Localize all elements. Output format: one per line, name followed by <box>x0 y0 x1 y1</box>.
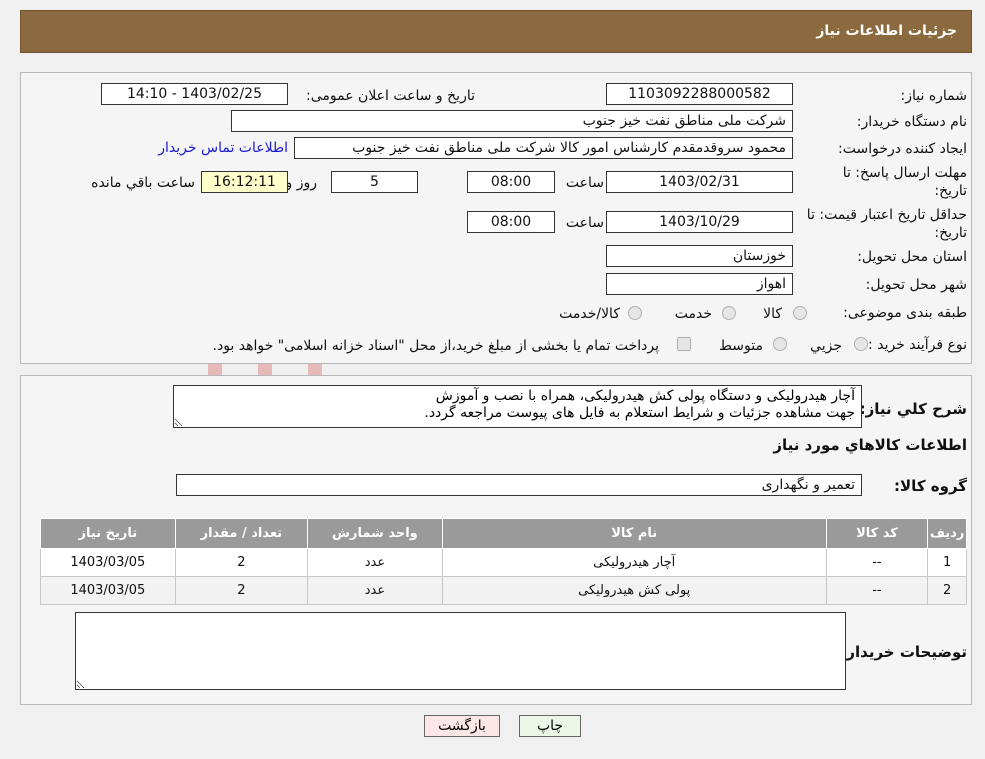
validity-time-label: ساعت <box>565 215 604 231</box>
price-validity-label-date: تاریخ: <box>934 225 967 241</box>
table-row: 1 -- آچار هیدرولیکی عدد 2 1403/03/05 <box>40 548 967 577</box>
province-field: خوزستان <box>606 245 793 267</box>
remaining-time-label: ساعت باقي مانده <box>91 175 195 191</box>
creator-label: ایجاد کننده درخواست: <box>838 141 967 157</box>
purchase-radio-medium[interactable] <box>773 337 787 351</box>
price-validity-date-field: 1403/10/29 <box>606 211 793 233</box>
cell-row: 2 <box>927 576 967 605</box>
cell-code: -- <box>825 548 929 577</box>
purchase-type-label: نوع فرآیند خرید : <box>868 337 967 353</box>
print-button[interactable]: چاپ <box>519 715 581 737</box>
province-label: استان محل تحویل: <box>857 249 967 265</box>
category-radio-goods-service[interactable] <box>628 306 642 320</box>
page-title: جزئیات اطلاعات نیاز <box>816 23 957 39</box>
purchase-radio-minor[interactable] <box>854 337 868 351</box>
col-row: رديف <box>927 518 967 549</box>
category-label: طبقه بندی موضوعی: <box>843 305 967 321</box>
col-code: کد کالا <box>825 518 929 549</box>
cell-need-date: 1403/03/05 <box>40 576 176 605</box>
deadline-date-field: 1403/02/31 <box>606 171 793 193</box>
deadline-time-field: 08:00 <box>467 171 555 193</box>
goods-group-label: گروه کالا: <box>894 477 967 495</box>
col-name: نام کالا <box>441 518 827 549</box>
city-field: اهواز <box>606 273 793 295</box>
cell-quantity: 2 <box>174 548 309 577</box>
buyer-org-field: شرکت ملی مناطق نفت خیز جنوب <box>231 110 793 132</box>
buyer-notes-label: توضیحات خریدار: <box>840 643 967 661</box>
announce-date-field: 1403/02/25 - 14:10 <box>101 83 288 105</box>
buyer-notes-textarea[interactable] <box>75 612 846 690</box>
days-label: روز و <box>285 175 318 191</box>
purchase-treasury-checkbox[interactable] <box>677 337 691 351</box>
cell-name: پولی کش هیدرولیکی <box>441 576 827 605</box>
goods-info-title: اطلاعات کالاهاي مورد نياز <box>773 436 967 454</box>
need-number-field: 1103092288000582 <box>606 83 793 105</box>
general-description-label: شرح کلي نياز: <box>859 400 967 418</box>
cell-quantity: 2 <box>174 576 309 605</box>
col-unit: واحد شمارش <box>307 518 443 549</box>
purchase-option-minor: جزیي <box>810 338 842 354</box>
category-radio-service[interactable] <box>722 306 736 320</box>
category-option-goods-service: کالا/خدمت <box>559 306 620 322</box>
creator-field: محمود سروقدمقدم کارشناس امور کالا شرکت م… <box>294 137 793 159</box>
goods-table-header: رديف کد کالا نام کالا واحد شمارش تعداد /… <box>40 518 967 549</box>
cell-code: -- <box>825 576 929 605</box>
goods-table: رديف کد کالا نام کالا واحد شمارش تعداد /… <box>40 518 967 605</box>
deadline-time-label: ساعت <box>565 175 604 191</box>
category-radio-goods[interactable] <box>793 306 807 320</box>
general-description-textarea[interactable] <box>173 385 862 428</box>
purchase-treasury-note: پرداخت تمام یا بخشی از مبلغ خرید،از محل … <box>212 338 659 354</box>
col-quantity: تعداد / مقدار <box>174 518 309 549</box>
page-header: جزئیات اطلاعات نیاز <box>20 10 972 53</box>
cell-unit: عدد <box>307 576 443 605</box>
deadline-label-date: تاریخ: <box>934 183 967 199</box>
buyer-org-label: نام دستگاه خریدار: <box>856 114 967 130</box>
cell-need-date: 1403/03/05 <box>40 548 176 577</box>
announce-date-label: تاریخ و ساعت اعلان عمومی: <box>306 88 475 104</box>
category-option-service: خدمت <box>674 306 712 322</box>
city-label: شهر محل تحویل: <box>865 277 967 293</box>
validity-time-field: 08:00 <box>467 211 555 233</box>
cell-name: آچار هیدرولیکی <box>441 548 827 577</box>
days-remaining-field: 5 <box>331 171 418 193</box>
table-row: 2 -- پولی کش هیدرولیکی عدد 2 1403/03/05 <box>40 576 967 605</box>
cell-unit: عدد <box>307 548 443 577</box>
purchase-option-medium: متوسط <box>719 338 763 354</box>
back-button[interactable]: بازگشت <box>424 715 500 737</box>
buyer-contact-link[interactable]: اطلاعات تماس خریدار <box>158 140 288 156</box>
cell-row: 1 <box>927 548 967 577</box>
need-number-label: شماره نیاز: <box>900 88 968 104</box>
goods-group-field: تعمیر و نگهداری <box>176 474 862 496</box>
category-option-goods: کالا <box>763 306 782 322</box>
price-validity-label: حداقل تاریخ اعتبار قیمت: تا <box>806 207 967 223</box>
remaining-time-field: 16:12:11 <box>201 171 288 193</box>
deadline-label: مهلت ارسال پاسخ: تا <box>842 165 967 181</box>
col-need-date: تاريخ نياز <box>40 518 176 549</box>
